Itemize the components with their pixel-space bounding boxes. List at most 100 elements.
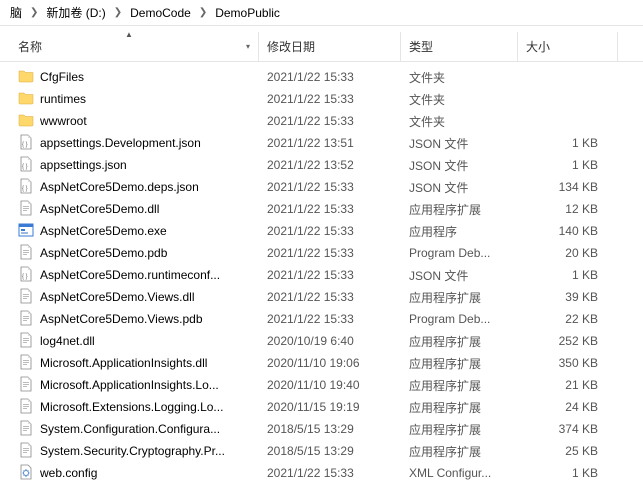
cell-name: AspNetCore5Demo.exe — [18, 222, 259, 241]
cell-size: 134 KB — [518, 180, 608, 194]
cell-date: 2021/1/22 15:33 — [259, 114, 401, 128]
table-row[interactable]: AspNetCore5Demo.pdb2021/1/22 15:33Progra… — [0, 242, 643, 264]
cell-date: 2021/1/22 15:33 — [259, 290, 401, 304]
table-row[interactable]: { }appsettings.json2021/1/22 13:52JSON 文… — [0, 154, 643, 176]
dll-icon — [18, 288, 34, 307]
dll-icon — [18, 398, 34, 417]
cell-date: 2020/11/10 19:40 — [259, 378, 401, 392]
cell-date: 2021/1/22 15:33 — [259, 312, 401, 326]
dll-icon — [18, 200, 34, 219]
cell-size: 374 KB — [518, 422, 608, 436]
cell-name: Microsoft.ApplicationInsights.dll — [18, 354, 259, 373]
column-date[interactable]: 修改日期 — [259, 32, 401, 61]
cell-type: Program Deb... — [401, 312, 518, 326]
pdb-icon — [18, 310, 34, 329]
table-row[interactable]: { }AspNetCore5Demo.runtimeconf...2021/1/… — [0, 264, 643, 286]
dll-icon — [18, 332, 34, 351]
file-name: AspNetCore5Demo.pdb — [40, 246, 167, 260]
json-icon: { } — [18, 178, 34, 197]
table-row[interactable]: AspNetCore5Demo.Views.dll2021/1/22 15:33… — [0, 286, 643, 308]
file-name: Microsoft.Extensions.Logging.Lo... — [40, 400, 223, 414]
cell-size: 20 KB — [518, 246, 608, 260]
cell-date: 2021/1/22 15:33 — [259, 180, 401, 194]
svg-text:{ }: { } — [22, 274, 28, 280]
table-row[interactable]: System.Security.Cryptography.Pr...2018/5… — [0, 440, 643, 462]
column-size-label: 大小 — [526, 38, 550, 55]
table-row[interactable]: System.Configuration.Configura...2018/5/… — [0, 418, 643, 440]
cell-name: runtimes — [18, 90, 259, 109]
cell-size: 1 KB — [518, 268, 608, 282]
column-size[interactable]: 大小 — [518, 32, 618, 61]
cell-date: 2018/5/15 13:29 — [259, 444, 401, 458]
cell-date: 2021/1/22 15:33 — [259, 224, 401, 238]
cell-name: Microsoft.Extensions.Logging.Lo... — [18, 398, 259, 417]
cell-type: JSON 文件 — [401, 267, 518, 284]
cell-name: System.Configuration.Configura... — [18, 420, 259, 439]
folder-icon — [18, 112, 34, 131]
cell-name: Microsoft.ApplicationInsights.Lo... — [18, 376, 259, 395]
column-name[interactable]: ▲ 名称 ▾ — [0, 32, 259, 61]
column-type-label: 类型 — [409, 38, 433, 55]
dll-icon — [18, 376, 34, 395]
table-row[interactable]: { } AspNetCore5Demo.deps.json 2021/1/22 15… — [0, 176, 643, 198]
cell-name: { }appsettings.json — [18, 156, 259, 175]
table-row[interactable]: AspNetCore5Demo.dll2021/1/22 15:33应用程序扩展… — [0, 198, 643, 220]
cell-size: 21 KB — [518, 378, 608, 392]
file-name: AspNetCore5Demo.deps.json — [40, 180, 199, 194]
cell-type: JSON 文件 — [401, 157, 518, 174]
file-name: wwwroot — [40, 114, 87, 128]
table-row[interactable]: { }appsettings.Development.json2021/1/22… — [0, 132, 643, 154]
cell-date: 2021/1/22 15:33 — [259, 202, 401, 216]
table-row[interactable]: runtimes2021/1/22 15:33文件夹 — [0, 88, 643, 110]
svg-text:{ }: { } — [22, 186, 28, 192]
table-row[interactable]: AspNetCore5Demo.exe2021/1/22 15:33应用程序14… — [0, 220, 643, 242]
column-type[interactable]: 类型 — [401, 32, 518, 61]
crumb-3[interactable]: DemoPublic — [211, 4, 284, 22]
table-row[interactable]: Microsoft.ApplicationInsights.Lo...2020/… — [0, 374, 643, 396]
folder-icon — [18, 90, 34, 109]
table-row[interactable]: CfgFiles2021/1/22 15:33文件夹 — [0, 66, 643, 88]
dropdown-icon[interactable]: ▾ — [246, 42, 250, 51]
cell-name: System.Security.Cryptography.Pr... — [18, 442, 259, 461]
cell-date: 2021/1/22 15:33 — [259, 92, 401, 106]
breadcrumb[interactable]: 脑 ❯ 新加卷 (D:) ❯ DemoCode ❯ DemoPublic — [0, 0, 643, 26]
cell-size: 12 KB — [518, 202, 608, 216]
exe-icon — [18, 222, 34, 241]
cell-type: Program Deb... — [401, 246, 518, 260]
dll-icon — [18, 442, 34, 461]
pdb-icon — [18, 244, 34, 263]
folder-icon — [18, 68, 34, 87]
cell-name: { }AspNetCore5Demo.runtimeconf... — [18, 266, 259, 285]
cell-size: 25 KB — [518, 444, 608, 458]
cell-name: AspNetCore5Demo.Views.pdb — [18, 310, 259, 329]
table-row[interactable]: AspNetCore5Demo.Views.pdb2021/1/22 15:33… — [0, 308, 643, 330]
crumb-0[interactable]: 脑 — [6, 2, 26, 23]
cell-size: 1 KB — [518, 466, 608, 480]
cell-type: 应用程序扩展 — [401, 355, 518, 372]
cell-type: 应用程序扩展 — [401, 399, 518, 416]
cell-date: 2020/11/10 19:06 — [259, 356, 401, 370]
cell-name: AspNetCore5Demo.pdb — [18, 244, 259, 263]
cell-date: 2020/11/15 19:19 — [259, 400, 401, 414]
chevron-right-icon: ❯ — [26, 7, 42, 18]
crumb-1[interactable]: 新加卷 (D:) — [42, 2, 109, 23]
table-row[interactable]: Microsoft.ApplicationInsights.dll2020/11… — [0, 352, 643, 374]
cell-date: 2021/1/22 13:51 — [259, 136, 401, 150]
cell-date: 2021/1/22 15:33 — [259, 70, 401, 84]
file-name: appsettings.Development.json — [40, 136, 201, 150]
file-name: AspNetCore5Demo.exe — [40, 224, 167, 238]
file-name: System.Configuration.Configura... — [40, 422, 220, 436]
json-icon: { } — [18, 266, 34, 285]
table-row[interactable]: web.config2021/1/22 15:33XML Configur...… — [0, 462, 643, 484]
table-row[interactable]: wwwroot2021/1/22 15:33文件夹 — [0, 110, 643, 132]
cell-name: web.config — [18, 464, 259, 483]
table-row[interactable]: Microsoft.Extensions.Logging.Lo... 2020/1… — [0, 396, 643, 418]
crumb-2[interactable]: DemoCode — [126, 4, 195, 22]
cell-type: 应用程序扩展 — [401, 289, 518, 306]
cell-type: 应用程序扩展 — [401, 443, 518, 460]
file-name: runtimes — [40, 92, 86, 106]
cell-name: CfgFiles — [18, 68, 259, 87]
table-row[interactable]: log4net.dll2020/10/19 6:40应用程序扩展252 KB — [0, 330, 643, 352]
column-headers: ▲ 名称 ▾ 修改日期 类型 大小 — [0, 32, 643, 62]
cell-type: 应用程序扩展 — [401, 333, 518, 350]
